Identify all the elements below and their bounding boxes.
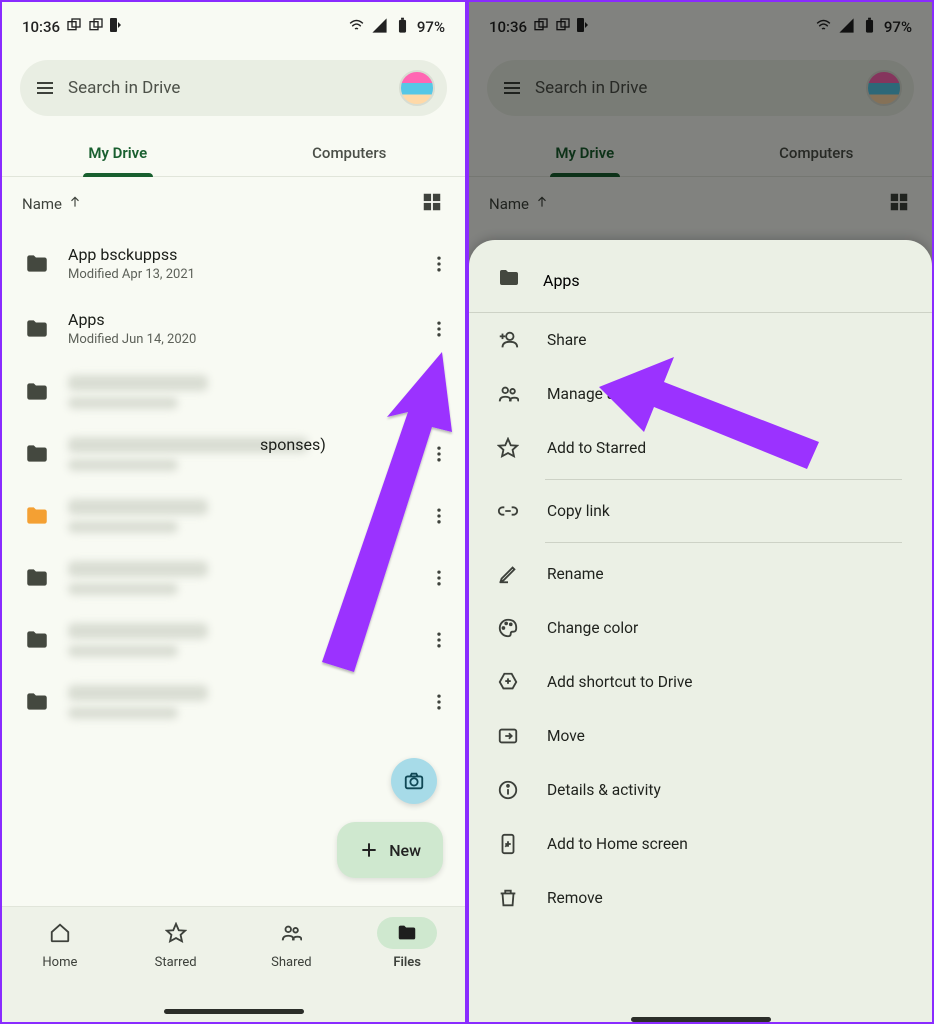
home-screen-icon xyxy=(497,833,519,855)
folder-icon xyxy=(24,503,50,529)
tabs: My Drive Computers xyxy=(2,130,465,177)
star-icon xyxy=(165,922,187,944)
folder-icon xyxy=(24,689,50,715)
status-icon-1 xyxy=(66,17,82,37)
tab-computers[interactable]: Computers xyxy=(234,130,466,176)
star-icon xyxy=(497,437,519,459)
sheet-home-screen[interactable]: Add to Home screen xyxy=(469,817,932,871)
people-icon xyxy=(280,922,302,944)
sheet-label: Share xyxy=(547,331,587,349)
file-subtitle: Modified Apr 13, 2021 xyxy=(68,267,407,282)
nav-label: Starred xyxy=(155,955,197,970)
search-placeholder[interactable]: Search in Drive xyxy=(68,78,389,98)
folder-icon xyxy=(497,266,521,294)
sheet-label: Add to Home screen xyxy=(547,835,688,853)
status-icon-2 xyxy=(88,17,104,37)
folder-icon xyxy=(24,627,50,653)
plus-icon xyxy=(359,840,379,860)
file-row[interactable]: App bsckuppss Modified Apr 13, 2021 xyxy=(2,231,465,296)
sort-button[interactable]: Name xyxy=(22,195,82,213)
file-subtitle: Modified Jun 14, 2020 xyxy=(68,332,407,347)
people-icon xyxy=(497,383,519,405)
tab-mydrive[interactable]: My Drive xyxy=(2,130,234,176)
fab-label: New xyxy=(389,841,421,860)
new-fab[interactable]: New xyxy=(337,822,443,878)
sheet-label: Change color xyxy=(547,619,638,637)
nav-label: Files xyxy=(393,955,421,970)
nav-label: Home xyxy=(42,955,77,970)
search-bar[interactable]: Search in Drive xyxy=(20,60,447,116)
nav-starred[interactable]: Starred xyxy=(118,917,234,970)
sheet-add-shortcut[interactable]: Add shortcut to Drive xyxy=(469,655,932,709)
sheet-header: Apps xyxy=(469,258,932,312)
sort-label: Name xyxy=(22,195,62,213)
hamburger-icon[interactable] xyxy=(32,75,58,101)
status-time: 10:36 xyxy=(22,18,60,36)
annotation-arrow xyxy=(292,352,462,696)
nav-label: Shared xyxy=(271,955,311,970)
more-icon[interactable] xyxy=(425,315,453,343)
sheet-details[interactable]: Details & activity xyxy=(469,763,932,817)
drive-shortcut-icon xyxy=(497,671,519,693)
folder-icon xyxy=(24,565,50,591)
phone-1: 10:36 97% Sea xyxy=(0,0,467,1024)
person-add-icon xyxy=(497,329,519,351)
battery-icon xyxy=(394,17,411,38)
folder-icon xyxy=(396,922,418,944)
folder-icon xyxy=(24,379,50,405)
nav-shared[interactable]: Shared xyxy=(234,917,350,970)
camera-fab[interactable] xyxy=(391,758,437,804)
wifi-icon xyxy=(348,17,365,38)
info-icon xyxy=(497,779,519,801)
pencil-icon xyxy=(497,563,519,585)
sheet-label: Details & activity xyxy=(547,781,661,799)
phone-2: 10:36 97% Search in Drive My Drive Compu… xyxy=(467,0,934,1024)
annotation-arrow xyxy=(599,347,829,481)
status-bar: 10:36 97% xyxy=(2,2,465,48)
sheet-label: Rename xyxy=(547,565,604,583)
more-icon[interactable] xyxy=(425,250,453,278)
sheet-remove[interactable]: Remove xyxy=(469,871,932,925)
sort-row: Name xyxy=(2,177,465,225)
sheet-title: Apps xyxy=(543,271,580,290)
folder-icon xyxy=(24,441,50,467)
sheet-label: Remove xyxy=(547,889,603,907)
file-title: Apps xyxy=(68,310,407,329)
sheet-label: Add shortcut to Drive xyxy=(547,673,693,691)
sheet-rename[interactable]: Rename xyxy=(469,547,932,601)
home-icon xyxy=(49,922,71,944)
avatar[interactable] xyxy=(399,70,435,106)
folder-icon xyxy=(24,316,50,342)
sheet-copy-link[interactable]: Copy link xyxy=(469,484,932,538)
palette-icon xyxy=(497,617,519,639)
nav-indicator xyxy=(631,1017,771,1022)
nav-indicator xyxy=(164,1009,304,1014)
signal-icon xyxy=(371,17,388,38)
sheet-label: Copy link xyxy=(547,502,610,520)
sheet-change-color[interactable]: Change color xyxy=(469,601,932,655)
link-icon xyxy=(497,500,519,522)
status-icon-3 xyxy=(110,18,122,36)
nav-files[interactable]: Files xyxy=(349,917,465,970)
file-title: App bsckuppss xyxy=(68,245,407,264)
grid-view-icon[interactable] xyxy=(421,191,443,217)
battery-text: 97% xyxy=(417,18,445,36)
arrow-up-icon xyxy=(68,195,82,213)
sheet-label: Move xyxy=(547,727,585,745)
trash-icon xyxy=(497,887,519,909)
nav-home[interactable]: Home xyxy=(2,917,118,970)
move-icon xyxy=(497,725,519,747)
folder-icon xyxy=(24,251,50,277)
bottom-nav: Home Starred Shared Files xyxy=(2,906,465,1022)
sheet-move[interactable]: Move xyxy=(469,709,932,763)
